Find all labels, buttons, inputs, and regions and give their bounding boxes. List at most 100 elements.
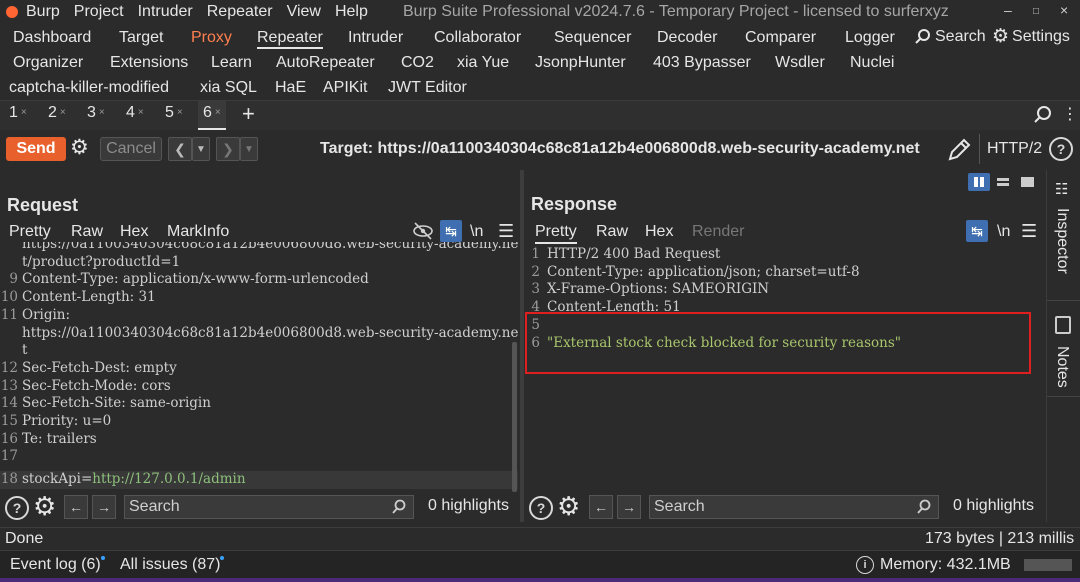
back-dropdown-button[interactable]: ▼ xyxy=(192,137,210,161)
tool-tab-proxy[interactable]: Proxy xyxy=(191,29,232,47)
word-wrap-toggle-icon[interactable]: ↹ xyxy=(440,220,462,242)
tab-close-icon[interactable]: × xyxy=(138,107,144,118)
tab-close-icon[interactable]: × xyxy=(99,107,105,118)
minimize-icon[interactable]: – xyxy=(1004,2,1012,18)
tool-tab-captcha-killer[interactable]: captcha-killer-modified xyxy=(9,79,169,97)
add-tab-icon[interactable]: + xyxy=(242,101,255,127)
settings-button[interactable]: ⚙ Settings xyxy=(992,27,1070,46)
response-tab-raw[interactable]: Raw xyxy=(596,223,628,241)
tool-tab-nuclei[interactable]: Nuclei xyxy=(850,54,894,72)
request-scrollbar[interactable] xyxy=(512,342,517,492)
response-tab-hex[interactable]: Hex xyxy=(645,223,673,241)
all-issues-link[interactable]: All issues (87) xyxy=(120,556,225,574)
response-help-icon[interactable]: ? xyxy=(529,496,553,520)
tool-tab-learn[interactable]: Learn xyxy=(211,54,252,72)
tool-tab-comparer[interactable]: Comparer xyxy=(745,29,816,47)
tool-tab-wsdler[interactable]: Wsdler xyxy=(775,54,825,72)
tab-search-icon[interactable] xyxy=(1033,105,1053,125)
back-history-button[interactable]: ❮ xyxy=(168,137,192,161)
response-search-input[interactable]: Search xyxy=(649,495,939,519)
request-help-icon[interactable]: ? xyxy=(5,496,29,520)
tool-tab-target[interactable]: Target xyxy=(119,29,163,47)
newline-toggle[interactable]: \n xyxy=(997,223,1010,241)
repeater-tab-6[interactable]: 6 × xyxy=(198,101,226,130)
tool-tab-repeater[interactable]: Repeater xyxy=(257,29,323,49)
cancel-button[interactable]: Cancel xyxy=(100,137,162,161)
tab-close-icon[interactable]: × xyxy=(21,107,27,118)
tool-tab-logger[interactable]: Logger xyxy=(845,29,895,47)
response-search-settings-gear-icon[interactable]: ⚙ xyxy=(557,493,580,519)
menu-intruder[interactable]: Intruder xyxy=(138,3,193,21)
request-tab-markinfo[interactable]: MarkInfo xyxy=(167,223,229,241)
request-search-input[interactable]: Search xyxy=(124,495,414,519)
repeater-tab-label: 5 xyxy=(165,104,174,121)
tool-tab-collaborator[interactable]: Collaborator xyxy=(434,29,521,47)
repeater-tab-label: 6 xyxy=(203,104,212,121)
response-tab-pretty[interactable]: Pretty xyxy=(535,223,577,244)
request-tab-hex[interactable]: Hex xyxy=(120,223,148,241)
response-search-prev-button[interactable]: ← xyxy=(589,495,613,519)
tab-close-icon[interactable]: × xyxy=(177,107,183,118)
tool-tab-xia-yue[interactable]: xia Yue xyxy=(457,54,509,72)
menu-burp[interactable]: Burp xyxy=(26,3,60,21)
layout-top-bottom-icon[interactable] xyxy=(992,173,1014,191)
layout-tabs-icon[interactable] xyxy=(1016,173,1038,191)
tool-tab-decoder[interactable]: Decoder xyxy=(657,29,717,47)
tool-tab-jsonphunter[interactable]: JsonpHunter xyxy=(535,54,626,72)
hide-nonprintable-eye-icon[interactable] xyxy=(412,221,434,241)
request-tab-raw[interactable]: Raw xyxy=(71,223,103,241)
menu-repeater[interactable]: Repeater xyxy=(207,3,273,21)
repeater-tab-1[interactable]: 1 × xyxy=(9,104,27,122)
tool-tab-intruder[interactable]: Intruder xyxy=(348,29,403,47)
repeater-tab-3[interactable]: 3 × xyxy=(87,104,105,122)
repeater-tab-4[interactable]: 4 × xyxy=(126,104,144,122)
tool-tab-extensions[interactable]: Extensions xyxy=(110,54,188,72)
inspector-tab[interactable]: Inspector xyxy=(1053,208,1071,274)
request-search-prev-button[interactable]: ← xyxy=(64,495,88,519)
restore-icon[interactable]: □ xyxy=(1033,6,1039,17)
menu-view[interactable]: View xyxy=(287,3,321,21)
request-menu-icon[interactable]: ☰ xyxy=(498,221,514,242)
tool-tab-jwt-editor[interactable]: JWT Editor xyxy=(388,79,467,97)
newline-toggle[interactable]: \n xyxy=(470,223,483,241)
send-button[interactable]: Send xyxy=(6,137,66,161)
response-tab-render[interactable]: Render xyxy=(692,223,744,241)
menu-project[interactable]: Project xyxy=(74,3,124,21)
layout-side-by-side-icon[interactable] xyxy=(968,173,990,191)
tool-tab-403-bypasser[interactable]: 403 Bypasser xyxy=(653,54,751,72)
response-search-next-button[interactable]: → xyxy=(617,495,641,519)
tool-tab-apikit[interactable]: APIKit xyxy=(323,79,367,97)
forward-history-button[interactable]: ❯ xyxy=(216,137,240,161)
event-log-link[interactable]: Event log (6) xyxy=(10,556,105,574)
word-wrap-toggle-icon[interactable]: ↹ xyxy=(966,220,988,242)
tool-tab-organizer[interactable]: Organizer xyxy=(13,54,83,72)
help-icon[interactable]: ? xyxy=(1049,137,1073,161)
http-version-label[interactable]: HTTP/2 xyxy=(987,140,1042,158)
tool-tab-xia-sql[interactable]: xia SQL xyxy=(200,79,257,97)
global-search-button[interactable]: Search xyxy=(914,28,986,46)
tool-tab-sequencer[interactable]: Sequencer xyxy=(554,29,631,47)
tool-tab-hae[interactable]: HaE xyxy=(275,79,306,97)
arrow-left-icon: ← xyxy=(69,499,83,515)
tab-overflow-icon[interactable]: ⋮ xyxy=(1062,104,1078,124)
repeater-tab-2[interactable]: 2 × xyxy=(48,104,66,122)
repeater-tab-5[interactable]: 5 × xyxy=(165,104,183,122)
response-menu-icon[interactable]: ☰ xyxy=(1021,221,1037,242)
tab-close-icon[interactable]: × xyxy=(215,107,221,118)
tool-tab-dashboard[interactable]: Dashboard xyxy=(13,29,91,47)
edit-target-pencil-icon[interactable] xyxy=(946,137,972,163)
request-editor[interactable]: https://0a1100340304c68c81a12b4e006800d8… xyxy=(0,242,518,492)
request-tab-pretty[interactable]: Pretty xyxy=(9,223,51,244)
send-settings-gear-icon[interactable]: ⚙ xyxy=(70,136,89,160)
tool-tab-co2[interactable]: CO2 xyxy=(401,54,434,72)
forward-dropdown-button[interactable]: ▼ xyxy=(240,137,258,161)
request-search-settings-gear-icon[interactable]: ⚙ xyxy=(33,493,56,519)
tool-tab-autorepeater[interactable]: AutoRepeater xyxy=(276,54,375,72)
tab-close-icon[interactable]: × xyxy=(60,107,66,118)
close-icon[interactable]: × xyxy=(1060,2,1068,18)
notes-tab[interactable]: Notes xyxy=(1053,346,1071,388)
response-stats: 173 bytes | 213 millis xyxy=(925,530,1075,547)
menu-help[interactable]: Help xyxy=(335,3,368,21)
request-search-next-button[interactable]: → xyxy=(92,495,116,519)
memory-info-icon[interactable]: i xyxy=(856,556,874,574)
